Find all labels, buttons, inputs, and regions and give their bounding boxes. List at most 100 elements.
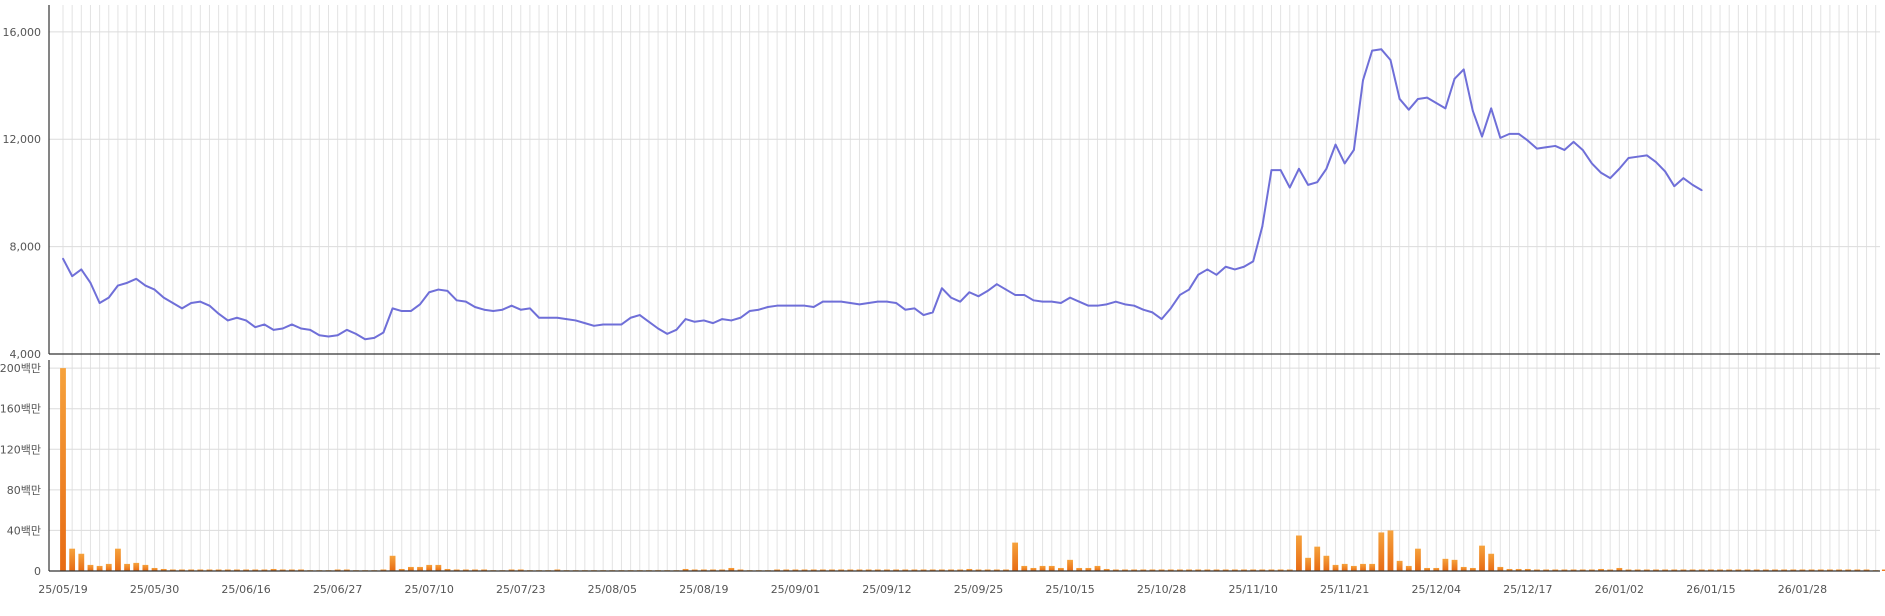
volume-bar (1460, 566, 1467, 571)
price-point (107, 296, 110, 299)
volume-bar (1012, 542, 1019, 571)
price-point (117, 284, 119, 287)
price-point (1243, 265, 1245, 268)
volume-tick-label: 0 (34, 565, 41, 578)
price-point (89, 281, 92, 284)
price-point (80, 268, 83, 271)
x-tick-label: 25/11/10 (1228, 583, 1277, 596)
price-point (144, 284, 147, 287)
price-point (419, 303, 421, 306)
price-point (1206, 268, 1209, 271)
volume-bar (1305, 557, 1311, 571)
volume-tick-label: 40백만 (7, 524, 41, 537)
volume-bar (1314, 546, 1321, 571)
price-point (629, 316, 632, 319)
volume-bar (389, 555, 396, 571)
price-point (1554, 145, 1557, 147)
x-axis: 25/05/19 25/05/30 25/06/16 25/06/27 25/07/10… (38, 583, 1827, 596)
volume-bar (69, 548, 76, 571)
price-point (712, 322, 714, 325)
price-point (1618, 167, 1621, 170)
volume-bar (1048, 565, 1055, 571)
price-point (611, 323, 614, 326)
price-panel: 4,000 8,000 12,000 16,000 (3, 5, 1880, 361)
price-point (272, 328, 275, 331)
x-tick-label: 25/05/19 (38, 583, 87, 596)
price-point (171, 302, 174, 304)
price-tick-label: 12,000 (3, 133, 42, 146)
price-point (1499, 136, 1502, 139)
price-point (1590, 162, 1593, 165)
price-point (1151, 311, 1154, 314)
x-tick-label: 25/08/19 (679, 583, 728, 596)
price-point (327, 335, 330, 338)
x-tick-label: 25/06/27 (313, 583, 362, 596)
price-point (1032, 299, 1035, 302)
price-tick-label: 4,000 (10, 348, 42, 361)
price-point (1078, 300, 1081, 303)
x-tick-label: 26/01/15 (1686, 583, 1735, 596)
volume-bar (1332, 564, 1339, 571)
price-point (1261, 225, 1264, 228)
price-point (1664, 170, 1667, 173)
volume-bar (1451, 559, 1458, 571)
price-point (1160, 318, 1163, 320)
price-point (968, 291, 971, 294)
price-point (1005, 288, 1007, 291)
price-point (776, 304, 778, 307)
price-point (1462, 68, 1465, 71)
x-tick-label: 26/01/28 (1778, 583, 1827, 596)
price-point (1352, 149, 1355, 151)
x-tick-label: 25/05/30 (130, 583, 179, 596)
price-point (71, 275, 74, 278)
volume-bar (426, 564, 433, 571)
volume-bar (1378, 532, 1385, 571)
price-point (602, 323, 605, 326)
price-point (1142, 308, 1145, 311)
price-point (1526, 139, 1529, 142)
price-point (135, 277, 138, 280)
price-point (1609, 177, 1612, 180)
price-point (1059, 302, 1062, 304)
price-point (1298, 167, 1300, 170)
price-point (519, 308, 522, 311)
price-point (501, 308, 504, 311)
price-point (1233, 268, 1236, 271)
price-point (355, 332, 357, 335)
price-point (1600, 171, 1602, 174)
volume-bar (87, 564, 94, 571)
price-point (245, 319, 248, 322)
price-point (153, 288, 156, 291)
price-point (940, 287, 943, 290)
price-point (1197, 273, 1200, 276)
price-point (538, 316, 540, 319)
price-point (1490, 107, 1493, 110)
volume-bar (1067, 559, 1073, 571)
price-point (455, 299, 458, 302)
volume-bar (1396, 560, 1403, 571)
volume-bar (124, 563, 130, 571)
x-tick-label: 25/10/15 (1045, 583, 1094, 596)
price-point (565, 318, 568, 320)
price-point (1682, 177, 1685, 180)
price-point (199, 300, 202, 303)
price-point (574, 319, 577, 322)
volume-bar (105, 563, 112, 571)
x-tick-label: 25/08/05 (588, 583, 637, 596)
volume-bar (1039, 565, 1046, 571)
price-point (1444, 107, 1447, 110)
volume-tick-label: 160백만 (0, 403, 41, 416)
price-point (556, 316, 559, 319)
price-point (373, 336, 376, 339)
price-point (483, 308, 486, 311)
price-point (1105, 303, 1108, 306)
volume-bar (407, 566, 414, 571)
volume-bar (1405, 565, 1412, 571)
price-point (492, 310, 495, 312)
price-point (950, 296, 952, 299)
volume-tick-label: 200백만 (0, 362, 41, 375)
price-point (510, 304, 513, 307)
volume-bar (1387, 530, 1394, 571)
price-point (849, 302, 852, 304)
chart-canvas: 4,000 8,000 12,000 16,000 0 40백만 80백만 120백만 160… (0, 5, 1885, 596)
